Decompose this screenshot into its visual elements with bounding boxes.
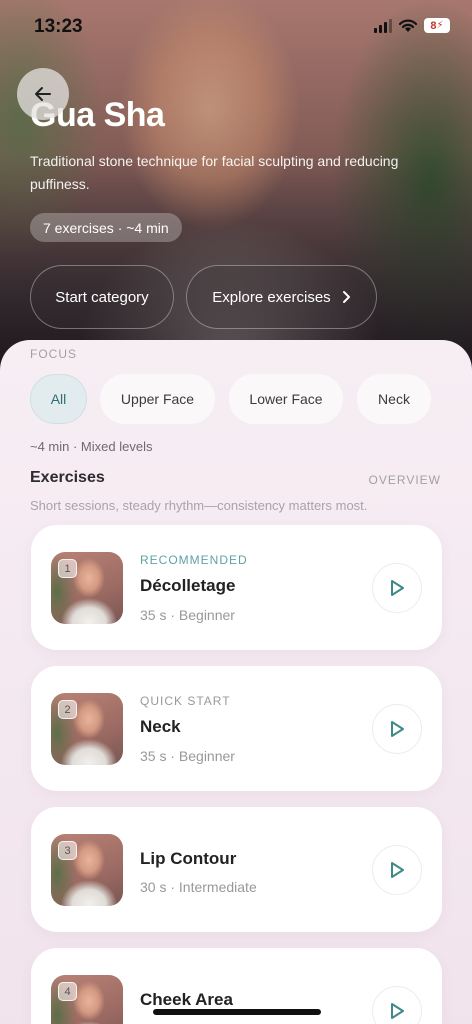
play-icon <box>391 580 404 596</box>
exercise-card[interactable]: 2 QUICK START Neck 35 s · Beginner <box>31 666 442 791</box>
filter-chip-neck[interactable]: Neck <box>357 374 431 424</box>
status-icons: 8 ⚡ <box>374 18 450 33</box>
exercise-card[interactable]: 1 RECOMMENDED Décolletage 35 s · Beginne… <box>31 525 442 650</box>
chevron-right-icon <box>342 291 350 303</box>
play-button[interactable] <box>372 845 422 895</box>
filter-chip-lower-face[interactable]: Lower Face <box>229 374 343 424</box>
cellular-signal-icon <box>374 18 392 33</box>
start-category-label: Start category <box>55 288 149 306</box>
filter-chip-upper-face[interactable]: Upper Face <box>100 374 215 424</box>
focus-label: FOCUS <box>30 347 77 361</box>
overview-link[interactable]: OVERVIEW <box>369 473 441 487</box>
exercise-name: Lip Contour <box>140 849 237 868</box>
wifi-icon <box>399 19 417 32</box>
filter-summary: ~4 min · Mixed levels <box>30 439 153 454</box>
exercise-tag: QUICK START <box>140 694 231 708</box>
exercise-number-badge: 3 <box>58 841 77 860</box>
back-button[interactable] <box>17 68 69 120</box>
exercise-tag: RECOMMENDED <box>140 553 248 567</box>
exercise-meta: 35 s · Beginner <box>140 748 235 764</box>
play-button[interactable] <box>372 563 422 613</box>
status-time: 13:23 <box>34 16 83 37</box>
play-icon <box>391 862 404 878</box>
home-indicator <box>153 1009 321 1015</box>
battery-icon: 8 ⚡ <box>424 18 450 33</box>
exercise-name: Décolletage <box>140 576 236 595</box>
content-sheet: FOCUS All Upper Face Lower Face Neck ~4 … <box>0 340 472 1024</box>
exercise-meta: 30 s · Intermediate <box>140 879 257 895</box>
exercise-number-badge: 4 <box>58 982 77 1001</box>
exercise-meta: 35 s · Beginner <box>140 607 235 623</box>
play-icon <box>391 721 404 737</box>
arrow-left-icon <box>35 87 51 101</box>
play-button[interactable] <box>372 986 422 1024</box>
filter-chip-all[interactable]: All <box>30 374 87 424</box>
exercise-number-badge: 2 <box>58 700 77 719</box>
exercise-card[interactable]: 3 Lip Contour 30 s · Intermediate <box>31 807 442 932</box>
exercise-number-badge: 1 <box>58 559 77 578</box>
exercise-name: Neck <box>140 717 181 736</box>
category-meta-badge: 7 exercises · ~4 min <box>30 213 182 242</box>
exercise-name: Cheek Area <box>140 990 233 1009</box>
exercises-heading: Exercises <box>30 469 105 486</box>
exercises-subtitle: Short sessions, steady rhythm—consistenc… <box>30 498 368 513</box>
play-icon <box>391 1003 404 1019</box>
explore-exercises-label: Explore exercises <box>212 288 331 306</box>
category-description: Traditional stone technique for facial s… <box>30 153 399 192</box>
explore-exercises-button[interactable]: Explore exercises <box>186 265 377 329</box>
play-button[interactable] <box>372 704 422 754</box>
start-category-button[interactable]: Start category <box>30 265 174 329</box>
hero-header: 13:23 8 ⚡ Gua Sha Traditional stone techn… <box>0 0 472 380</box>
